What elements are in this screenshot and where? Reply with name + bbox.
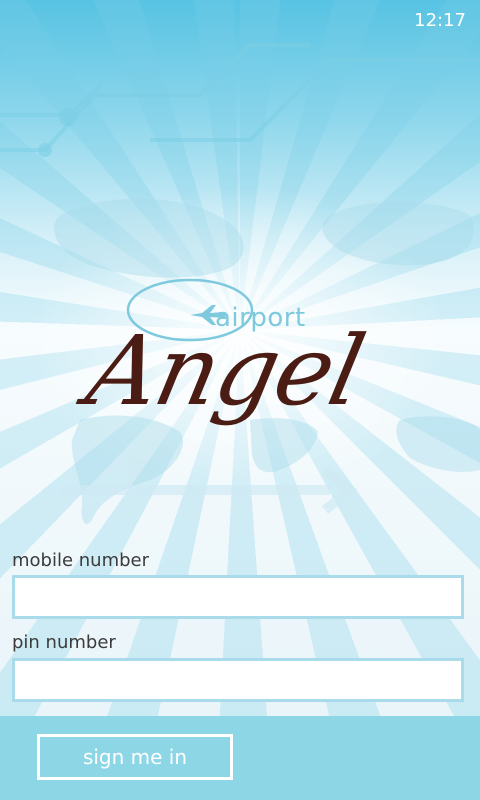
mobile-number-input[interactable] [12,575,464,619]
pin-number-input[interactable] [12,658,464,702]
mobile-number-label: mobile number [12,550,150,571]
pin-number-label: pin number [12,632,116,653]
app-logo: airport Angel [78,255,400,475]
logo-angel-text: Angel [78,315,373,427]
sign-in-button[interactable]: sign me in [37,734,233,780]
status-time: 12:17 [414,10,466,31]
